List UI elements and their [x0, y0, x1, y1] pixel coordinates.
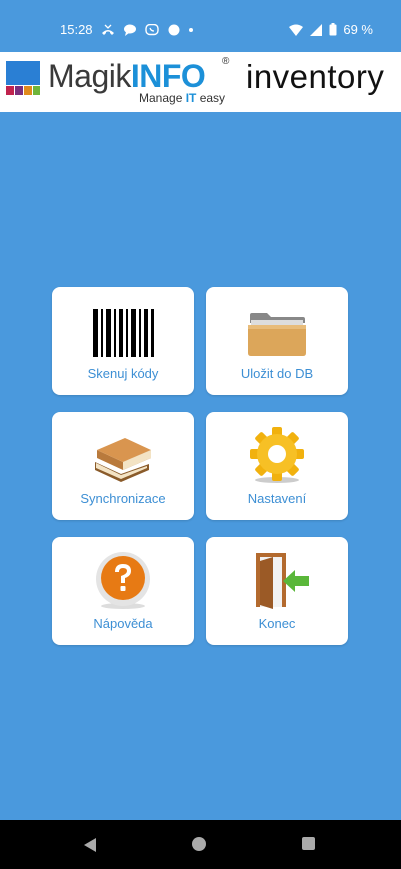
question-icon — [96, 552, 150, 609]
synchronize-button[interactable]: Synchronizace — [52, 412, 194, 520]
brand-title-part-1: Magik — [48, 58, 131, 94]
help-label: Nápověda — [93, 616, 153, 631]
scan-codes-label: Skenuj kódy — [87, 366, 159, 381]
home-icon[interactable] — [192, 837, 206, 851]
synchronize-label: Synchronizace — [80, 491, 166, 506]
settings-button[interactable]: Nastavení — [206, 412, 348, 520]
save-to-db-label: Uložit do DB — [240, 366, 314, 381]
app-header: MagikINFO ® Manage IT easy inventory — [0, 52, 401, 112]
wifi-icon — [289, 24, 304, 36]
scan-codes-button[interactable]: Skenuj kódy — [52, 287, 194, 395]
app-name: inventory — [246, 58, 385, 95]
exit-button[interactable]: Konec — [206, 537, 348, 645]
battery-percent: 69 % — [343, 22, 373, 37]
help-button[interactable]: Nápověda — [52, 537, 194, 645]
missed-call-icon — [101, 24, 114, 35]
save-to-db-button[interactable]: Uložit do DB — [206, 287, 348, 395]
tagline-part-1: Manage — [139, 91, 186, 105]
system-nav-bar — [0, 820, 401, 869]
brand-tagline: Manage IT easy — [139, 91, 225, 105]
magikinfo-logo-icon — [6, 61, 40, 95]
chat-icon — [123, 24, 136, 36]
settings-label: Nastavení — [247, 491, 307, 506]
battery-icon — [329, 23, 337, 36]
back-icon[interactable] — [83, 837, 97, 853]
barcode-icon — [93, 309, 154, 357]
status-time: 15:28 — [60, 22, 93, 37]
registered-mark: ® — [222, 56, 230, 67]
gear-icon — [250, 427, 304, 483]
exit-label: Konec — [258, 616, 296, 631]
signal-icon — [310, 23, 323, 36]
brand-title: MagikINFO — [48, 58, 206, 94]
exit-door-icon — [256, 553, 309, 609]
viber-icon — [144, 23, 159, 35]
tagline-part-3: easy — [196, 91, 226, 105]
brand-title-part-2: INFO — [130, 58, 206, 94]
status-bar: 15:28 69 % — [0, 0, 401, 52]
tagline-part-2: IT — [185, 91, 197, 105]
books-icon — [95, 438, 151, 482]
messenger-icon — [168, 24, 180, 35]
more-notifications-icon — [188, 27, 193, 32]
folder-icon — [248, 313, 306, 356]
recent-apps-icon[interactable] — [302, 837, 315, 850]
